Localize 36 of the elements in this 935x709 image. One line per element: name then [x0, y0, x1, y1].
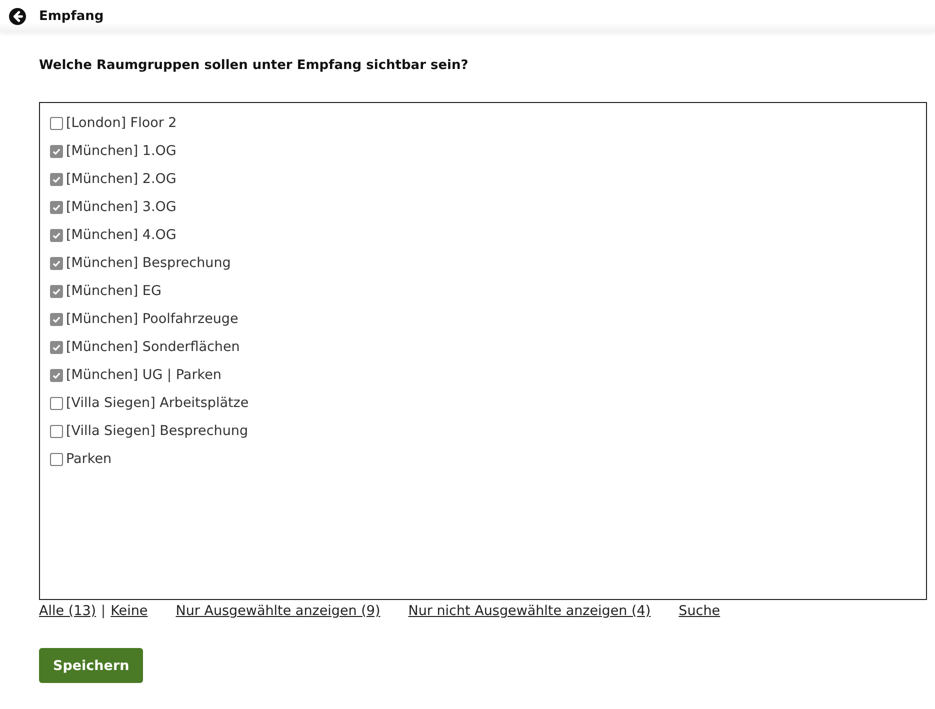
- room-group-label[interactable]: [München] Besprechung: [66, 255, 231, 271]
- search-link[interactable]: Suche: [678, 603, 720, 619]
- room-group-label[interactable]: [London] Floor 2: [66, 115, 177, 131]
- checkbox[interactable]: [50, 424, 63, 438]
- show-selected-link[interactable]: Nur Ausgewählte anzeigen (9): [176, 603, 380, 619]
- room-group-label[interactable]: [München] Sonderflächen: [66, 339, 240, 355]
- show-unselected-link[interactable]: Nur nicht Ausgewählte anzeigen (4): [408, 603, 651, 619]
- checkbox[interactable]: [50, 368, 63, 382]
- checkbox[interactable]: [50, 312, 63, 326]
- page-title: Empfang: [39, 8, 104, 24]
- select-none-link[interactable]: Keine: [110, 603, 148, 619]
- checkbox[interactable]: [50, 340, 63, 354]
- checkbox[interactable]: [50, 284, 63, 298]
- link-separator: |: [101, 603, 106, 619]
- checkbox[interactable]: [50, 256, 63, 270]
- checkbox[interactable]: [50, 452, 63, 466]
- room-group-label[interactable]: [München] UG | Parken: [66, 367, 222, 383]
- checkbox[interactable]: [50, 144, 63, 158]
- room-group-label[interactable]: [Villa Siegen] Arbeitsplätze: [66, 395, 249, 411]
- room-group-label[interactable]: [München] Poolfahrzeuge: [66, 311, 238, 327]
- save-button[interactable]: Speichern: [39, 648, 144, 683]
- checkbox[interactable]: [50, 116, 63, 130]
- room-group-label[interactable]: [München] 4.OG: [66, 227, 176, 243]
- room-group-label[interactable]: [München] EG: [66, 283, 162, 299]
- room-group-label[interactable]: [München] 2.OG: [66, 171, 176, 187]
- back-icon[interactable]: [9, 8, 26, 24]
- room-group-label[interactable]: [Villa Siegen] Besprechung: [66, 423, 248, 439]
- room-group-label[interactable]: [München] 1.OG: [66, 143, 176, 159]
- checkbox[interactable]: [50, 396, 63, 410]
- checkbox[interactable]: [50, 228, 63, 242]
- select-all-link[interactable]: Alle (13): [39, 603, 96, 619]
- checkbox[interactable]: [50, 200, 63, 214]
- checkbox[interactable]: [50, 172, 63, 186]
- room-group-label[interactable]: [München] 3.OG: [66, 199, 176, 215]
- question-text: Welche Raumgruppen sollen unter Empfang sichtbar sein?: [39, 58, 470, 73]
- room-group-label[interactable]: Parken: [66, 451, 112, 467]
